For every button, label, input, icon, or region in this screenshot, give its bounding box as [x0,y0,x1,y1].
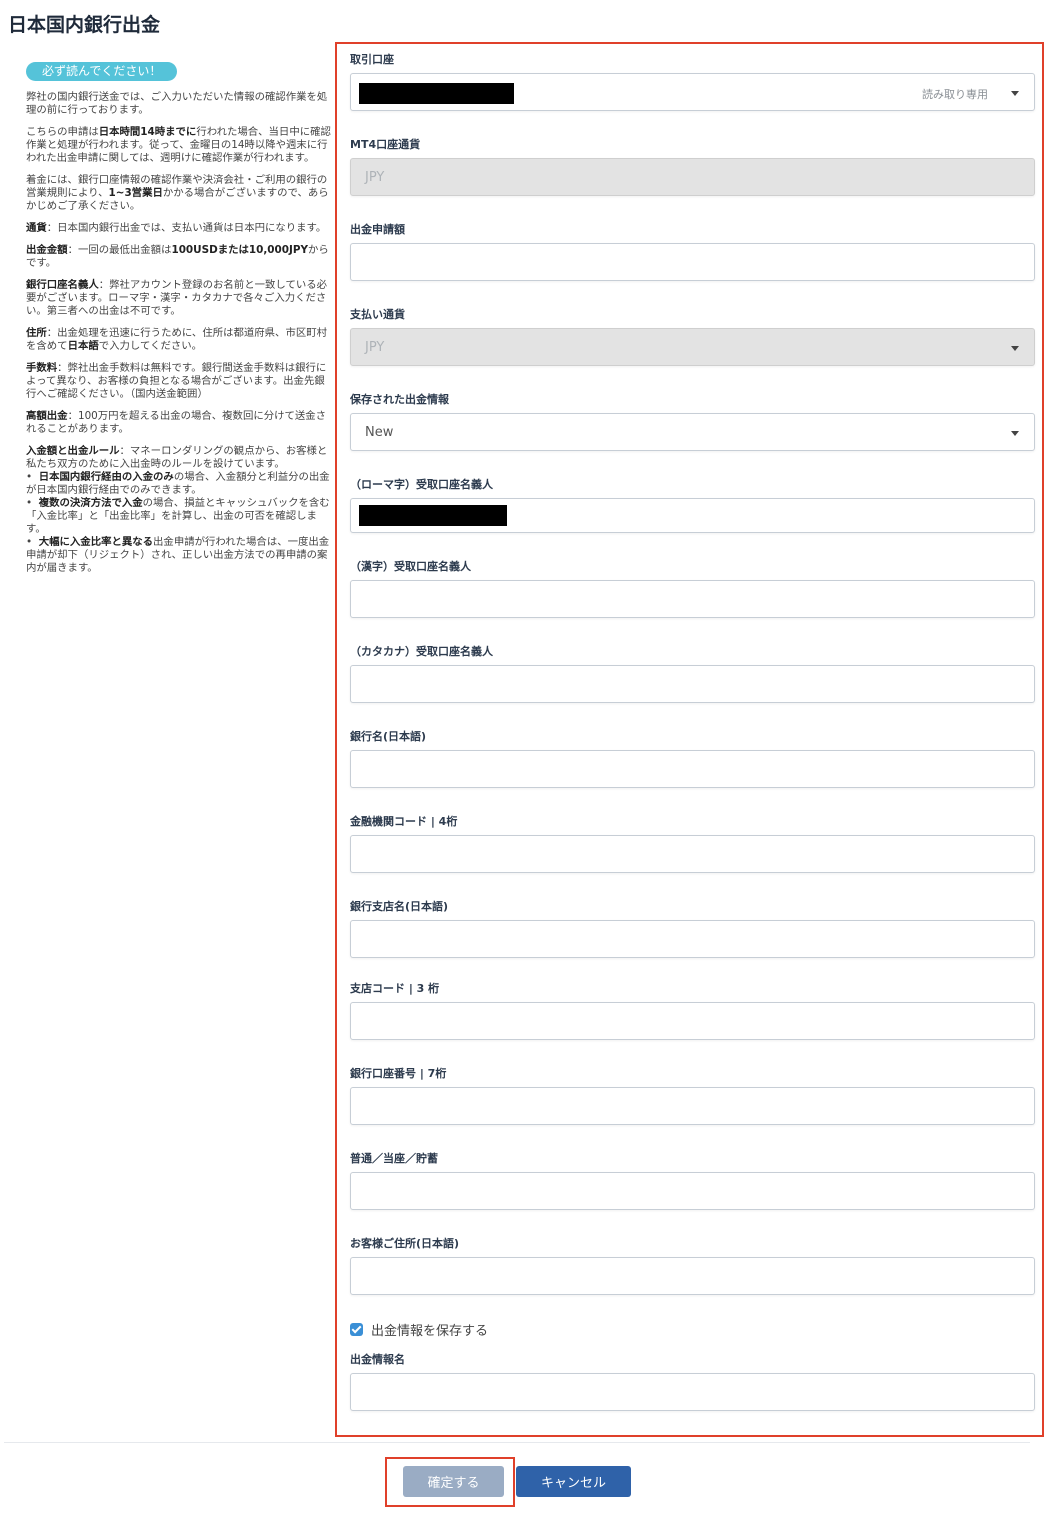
amount-label: 出金申請額 [350,223,405,236]
rule-item: • 日本国内銀行経由の入金のみの場合、入金額分と利益分の出金が日本国内銀行経由で… [26,471,330,496]
account-label: 取引口座 [350,53,394,66]
bank-code-label: 金融機関コード | 4桁 [350,815,458,828]
amount-input[interactable] [350,243,1035,281]
bank-name-label: 銀行名(日本語) [350,730,427,743]
info-name-input[interactable] [350,1373,1035,1411]
romaji-name-input[interactable] [350,498,1035,533]
footer-divider [4,1442,1030,1443]
account-type-label: 普通／当座／貯蓄 [350,1152,438,1165]
chevron-down-icon [1011,91,1019,96]
notice-currency: 通貨：日本国内銀行出金では、支払い通貨は日本円になります。 [26,222,327,234]
chevron-down-icon [1011,346,1019,351]
rule-item: • 大幅に入金比率と異なる出金申請が行われた場合は、一度出金申請が却下（リジェク… [26,536,330,574]
mt4-currency-value: JPY [365,170,385,185]
katakana-name-input[interactable] [350,665,1035,703]
pay-currency-select: JPY [350,328,1035,366]
saved-info-value: New [365,425,394,440]
account-number-label: 銀行口座番号 | 7桁 [350,1067,447,1080]
notice-fee: 手数料：弊社出金手数料は無料です。銀行間送金手数料は銀行によって異なり、お客様の… [26,362,327,400]
readonly-tag: 読み取り専用 [922,88,988,101]
notice-rules: 入金額と出金ルール：マネーロンダリングの観点から、お客様と私たち双方のために入出… [26,445,332,575]
account-select[interactable]: 読み取り専用 [350,73,1035,111]
redacted-account [359,83,514,104]
rule-item: • 複数の決済方法で入金の場合、損益とキャッシュバックを含む「入金比率」と「出金… [26,497,330,535]
page-title: 日本国内銀行出金 [8,14,161,36]
checkbox-checked-icon[interactable] [350,1323,363,1336]
mt4-currency-field: JPY [350,158,1035,196]
notice-arrival: 着金には、銀行口座情報の確認作業や決済会社・ご利用の銀行の営業規則により、1~3… [26,174,329,212]
must-read-badge: 必ず読んでください！ [26,62,178,81]
notice-panel: 必ず読んでください！ 弊社の国内銀行送金では、ご入力いただいた情報の確認作業を処… [26,62,332,575]
kanji-name-label: （漢字）受取口座名義人 [350,560,471,573]
info-name-label: 出金情報名 [350,1353,405,1366]
katakana-name-label: （カタカナ）受取口座名義人 [350,645,493,658]
branch-name-label: 銀行支店名(日本語) [350,900,449,913]
pay-currency-label: 支払い通貨 [350,308,405,321]
bank-name-input[interactable] [350,750,1035,788]
save-info-checkbox-row[interactable]: 出金情報を保存する [350,1320,488,1339]
notice-large: 高額出金：100万円を超える出金の場合、複数回に分けて送金されることがあります。 [26,410,327,435]
mt4-currency-label: MT4口座通貨 [350,138,421,151]
notice-address: 住所：出金処理を迅速に行うために、住所は都道府県、市区町村を含めて日本語で入力し… [26,327,328,352]
notice-holder: 銀行口座名義人：弊社アカウント登録のお名前と一致している必要がございます。ローマ… [26,279,328,317]
branch-code-input[interactable] [350,1002,1035,1040]
branch-code-label: 支店コード | 3 桁 [350,982,440,995]
notice-amount: 出金金額：一回の最低出金額は100USDまたは10,000JPYからです。 [26,244,329,269]
account-number-input[interactable] [350,1087,1035,1125]
kanji-name-input[interactable] [350,580,1035,618]
address-input[interactable] [350,1257,1035,1295]
pay-currency-value: JPY [365,340,385,355]
save-info-checkbox-label: 出金情報を保存する [371,1324,489,1339]
cancel-button[interactable]: キャンセル [516,1466,631,1497]
redacted-name [359,505,507,526]
branch-name-input[interactable] [350,920,1035,958]
notice-timing: こちらの申請は日本時間14時までに行われた場合、当日中に確認作業と処理が行われま… [26,126,331,164]
confirm-button[interactable]: 確定する [403,1466,504,1497]
account-type-input[interactable] [350,1172,1035,1210]
chevron-down-icon [1011,431,1019,436]
bank-code-input[interactable] [350,835,1035,873]
saved-info-select[interactable]: New [350,413,1035,451]
notice-intro: 弊社の国内銀行送金では、ご入力いただいた情報の確認作業を処理の前に行っております… [26,91,328,116]
saved-info-label: 保存された出金情報 [350,393,449,406]
address-label: お客様ご住所(日本語) [350,1237,460,1250]
romaji-name-label: （ローマ字）受取口座名義人 [350,478,493,491]
